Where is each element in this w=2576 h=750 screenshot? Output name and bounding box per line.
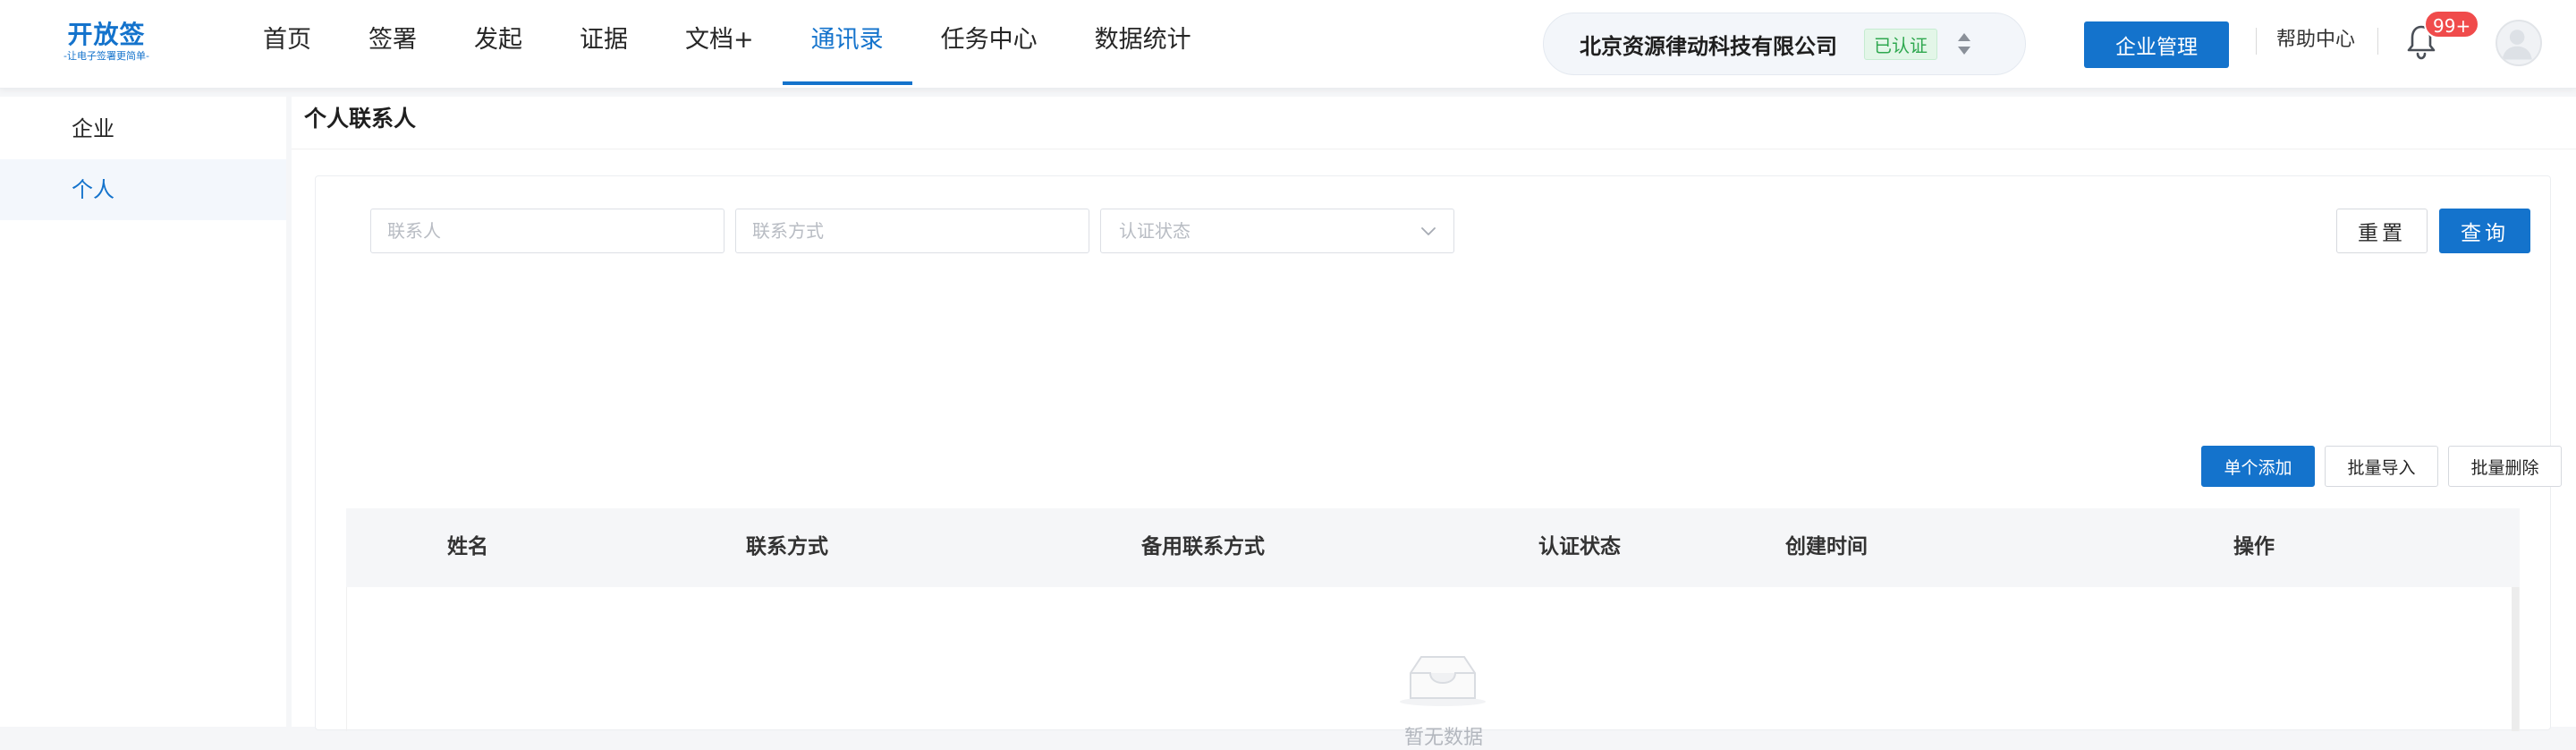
- nav-item-home[interactable]: 首页: [234, 0, 340, 89]
- nav-item-tasks[interactable]: 任务中心: [912, 0, 1066, 89]
- query-button[interactable]: 查询: [2439, 209, 2530, 253]
- add-single-button[interactable]: 单个添加: [2201, 446, 2315, 487]
- contacts-panel: 认证状态 重置 查询 单个添加 批量导入 批量删除 姓名 联系方式 备用联系方式…: [315, 175, 2562, 749]
- contact-name-input[interactable]: [370, 209, 724, 253]
- help-center-link[interactable]: 帮助中心: [2276, 23, 2355, 57]
- page-title: 个人联系人: [304, 106, 417, 132]
- status-select[interactable]: 认证状态: [1100, 209, 1454, 253]
- batch-import-button[interactable]: 批量导入: [2325, 446, 2438, 487]
- column-header-created-time: 创建时间: [1785, 535, 1868, 558]
- nav-item-sign[interactable]: 签署: [340, 0, 445, 89]
- contacts-table: 姓名 联系方式 备用联系方式 认证状态 创建时间 操作 暂无数据: [346, 508, 2520, 749]
- empty-state-text: 暂无数据: [1403, 727, 1483, 749]
- header-divider: [2377, 28, 2378, 55]
- nav-item-contacts[interactable]: 通讯录: [782, 0, 912, 89]
- nav-item-initiate[interactable]: 发起: [445, 0, 551, 89]
- column-header-contact: 联系方式: [746, 535, 828, 558]
- column-header-backup-contact: 备用联系方式: [1141, 535, 1265, 558]
- column-header-status: 认证状态: [1538, 535, 1621, 558]
- sidebar-item-personal[interactable]: 个人: [0, 159, 286, 220]
- reset-button[interactable]: 重置: [2336, 209, 2428, 253]
- avatar[interactable]: [2496, 20, 2542, 66]
- nav-item-statistics[interactable]: 数据统计: [1066, 0, 1220, 89]
- logo-subtitle: -让电子签署更简单-: [64, 50, 149, 62]
- column-header-name: 姓名: [447, 535, 488, 558]
- contact-method-input[interactable]: [735, 209, 1089, 253]
- logo-title: 开放签: [67, 20, 146, 49]
- company-name: 北京资源律动科技有限公司: [1580, 33, 1837, 59]
- notification-count-badge: 99+: [2424, 10, 2480, 38]
- main-nav: 首页 签署 发起 证据 文档+ 通讯录 任务中心 数据统计: [234, 0, 1220, 89]
- verified-badge: 已认证: [1864, 28, 1937, 60]
- sidebar: 企业 个人: [0, 97, 286, 727]
- main-content: 个人联系人 认证状态 重置 查询 单个添加 批量导入 批量删除 姓名 联系方式 …: [292, 97, 2576, 749]
- logo[interactable]: 开放签 -让电子签署更简单-: [57, 20, 156, 66]
- table-header: 姓名 联系方式 备用联系方式 认证状态 创建时间 操作: [346, 508, 2520, 587]
- top-header: 开放签 -让电子签署更简单- 首页 签署 发起 证据 文档+ 通讯录 任务中心 …: [0, 0, 2576, 89]
- table-scrollbar[interactable]: [2512, 587, 2519, 731]
- column-header-actions: 操作: [2233, 535, 2275, 558]
- nav-item-evidence[interactable]: 证据: [551, 0, 657, 89]
- enterprise-manage-button[interactable]: 企业管理: [2084, 21, 2229, 68]
- nav-item-documents[interactable]: 文档+: [657, 0, 783, 89]
- header-divider: [2256, 28, 2257, 55]
- table-body: 暂无数据: [346, 587, 2520, 749]
- chevron-down-icon: [1421, 227, 1436, 235]
- sidebar-item-enterprise[interactable]: 企业: [0, 98, 286, 159]
- empty-inbox-icon: [1400, 656, 1486, 706]
- batch-delete-button[interactable]: 批量删除: [2448, 446, 2562, 487]
- company-switcher[interactable]: 北京资源律动科技有限公司 已认证: [1543, 13, 2026, 75]
- switch-arrows-icon[interactable]: [1953, 30, 1975, 57]
- status-select-placeholder: 认证状态: [1119, 220, 1191, 242]
